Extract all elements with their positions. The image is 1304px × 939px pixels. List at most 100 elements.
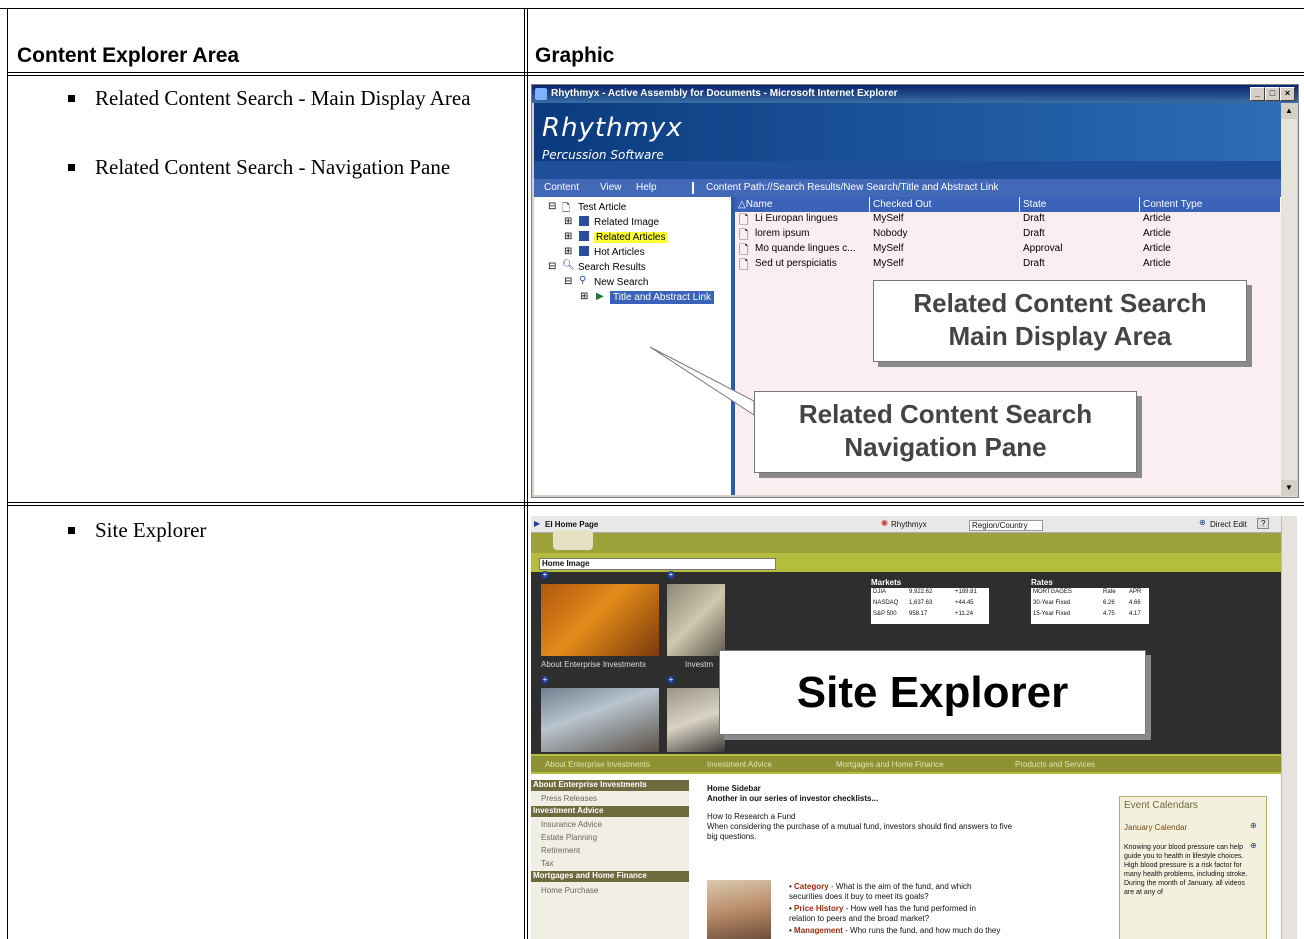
callout-line: Main Display Area (948, 321, 1172, 351)
rhythmyx-window-screenshot: Rhythmyx - Active Assembly for Documents… (531, 84, 1299, 498)
direct-edit-icon: ⊕ (1199, 518, 1206, 527)
rate-value: 4.75 (1103, 611, 1115, 617)
rhythmyx-logo-icon: ◉ (881, 518, 888, 527)
rate-value: 4.17 (1129, 611, 1141, 617)
table-col-divider (524, 8, 525, 939)
home-sidebar-title: Home Sidebar (707, 784, 761, 793)
market-change: +44.45 (955, 600, 974, 606)
table-header-rule (7, 75, 1304, 76)
sidebar-heading[interactable]: Mortgages and Home Finance (531, 871, 689, 882)
market-name: S&P 500 (873, 611, 897, 617)
callout-line: Navigation Pane (844, 432, 1047, 462)
callout-main-display-area: Related Content Search Main Display Area (873, 280, 1247, 362)
bullet-icon (68, 95, 75, 102)
bullet-desc: - Who runs the fund, and how much do the… (842, 926, 1001, 935)
bullet-term: Category (794, 882, 829, 891)
play-icon: ▶ (534, 519, 541, 528)
nav-link[interactable]: Products and Services (1015, 760, 1095, 769)
markets-title: Markets (871, 578, 902, 587)
bullet-term: Price History (794, 904, 844, 913)
rate-label: Rate (1103, 589, 1116, 595)
sidebar-link[interactable]: Retirement (541, 846, 580, 855)
bullet-price-history: • Price History - How well has the fund … (789, 904, 976, 923)
house-image (541, 688, 659, 752)
callout-navigation-pane: Related Content Search Navigation Pane (754, 391, 1137, 473)
rate-label: 15-Year Fixed (1033, 611, 1071, 617)
market-change: +11.24 (955, 611, 974, 617)
market-value: 9,922.62 (909, 589, 933, 595)
office-image (667, 584, 725, 656)
event-calendars-box: Event Calendars January Calendar ⊕ ⊕ Kno… (1119, 796, 1267, 939)
sidebar-link[interactable]: Home Purchase (541, 886, 598, 895)
bullet-term: Management (794, 926, 843, 935)
callout-line: Related Content Search (913, 288, 1207, 318)
home-image-field[interactable]: Home Image (539, 558, 776, 570)
sidebar-heading[interactable]: About Enterprise Investments (531, 780, 689, 791)
site-vertical-scrollbar[interactable] (1281, 516, 1297, 939)
rhythmyx-link[interactable]: Rhythmyx (891, 520, 927, 529)
image-caption[interactable]: About Enterprise Investments (541, 660, 646, 669)
direct-edit-link[interactable]: Direct Edit (1210, 520, 1247, 529)
rates-table: MORTGAGES Rate APR 30-Year Fixed 6.26 4.… (1031, 588, 1149, 624)
left-sidebar: About Enterprise Investments Press Relea… (531, 780, 689, 939)
edit-icon[interactable]: + (667, 676, 675, 684)
bullet-text: Site Explorer (95, 518, 207, 542)
market-change: +189.81 (955, 589, 977, 595)
site-header-band (531, 533, 1281, 553)
rate-value: 4.66 (1129, 600, 1141, 606)
sidebar-heading[interactable]: Investment Advice (531, 806, 689, 817)
edit-icon[interactable]: + (667, 571, 675, 579)
home-sidebar-subtitle: Another in our series of investor checkl… (707, 794, 879, 803)
market-value: 958.17 (909, 611, 928, 617)
rate-value: 6.26 (1103, 600, 1115, 606)
table-top-border (0, 8, 1304, 9)
table-left-border (7, 8, 8, 939)
bullet-text: Related Content Search - Main Display Ar… (95, 86, 471, 110)
article-title: How to Research a Fund (707, 812, 796, 821)
bullet-icon (68, 164, 75, 171)
business-card-image (541, 584, 659, 656)
site-toolbar: ▶ EI Home Page ◉ Rhythmyx Region/Country… (531, 516, 1281, 533)
site-nav-bar: About Enterprise Investments Investment … (531, 756, 1281, 772)
bullet-category: • Category - What is the aim of the fund… (789, 882, 972, 901)
event-calendars-title: Event Calendars (1124, 800, 1198, 811)
event-link[interactable]: January Calendar (1124, 823, 1187, 832)
market-name: DJIA (873, 589, 887, 595)
expand-icon[interactable]: ⊕ (1250, 821, 1257, 830)
rate-label: 30-Year Fixed (1033, 600, 1071, 606)
region-select[interactable]: Region/Country (969, 520, 1043, 531)
sidebar-link[interactable]: Press Releases (541, 794, 597, 803)
family-photo (707, 880, 771, 939)
sidebar-link[interactable]: Insurance Advice (541, 820, 602, 829)
table-row-rule (7, 502, 1304, 503)
table-row-rule (7, 505, 1304, 506)
help-button[interactable]: ? (1257, 518, 1270, 529)
home-image-label: Home Image (542, 559, 590, 568)
bullet-management: • Management - Who runs the fund, and ho… (789, 926, 1001, 935)
sidebar-link[interactable]: Tax (541, 859, 553, 868)
machine-image (667, 688, 725, 752)
site-content: About Enterprise Investments Press Relea… (531, 774, 1281, 939)
callout-line: Related Content Search (798, 399, 1093, 429)
site-explorer-screenshot: ▶ EI Home Page ◉ Rhythmyx Region/Country… (531, 516, 1297, 939)
nav-link[interactable]: Investment Advice (707, 760, 772, 769)
rates-title: Rates (1031, 578, 1053, 587)
image-caption[interactable]: Investm (685, 660, 713, 669)
column-header-graphic: Graphic (535, 44, 615, 67)
market-name: NASDAQ (873, 600, 899, 606)
edit-icon[interactable]: + (541, 571, 549, 579)
nav-link[interactable]: Mortgages and Home Finance (836, 760, 944, 769)
rate-label: MORTGAGES (1033, 589, 1072, 595)
edit-icon[interactable]: + (541, 676, 549, 684)
table-col-divider (527, 8, 528, 939)
expand-icon[interactable]: ⊕ (1250, 841, 1257, 850)
nav-link[interactable]: About Enterprise Investments (545, 760, 650, 769)
bullet-icon (68, 527, 75, 534)
callout-site-explorer: Site Explorer (719, 650, 1146, 735)
tab-home-page[interactable]: EI Home Page (545, 520, 598, 529)
callout-site-explorer-text: Site Explorer (796, 668, 1069, 717)
column-header-area: Content Explorer Area (17, 44, 240, 67)
table-header-rule (7, 72, 1304, 73)
sidebar-link[interactable]: Estate Planning (541, 833, 597, 842)
market-value: 1,637.63 (909, 600, 933, 606)
